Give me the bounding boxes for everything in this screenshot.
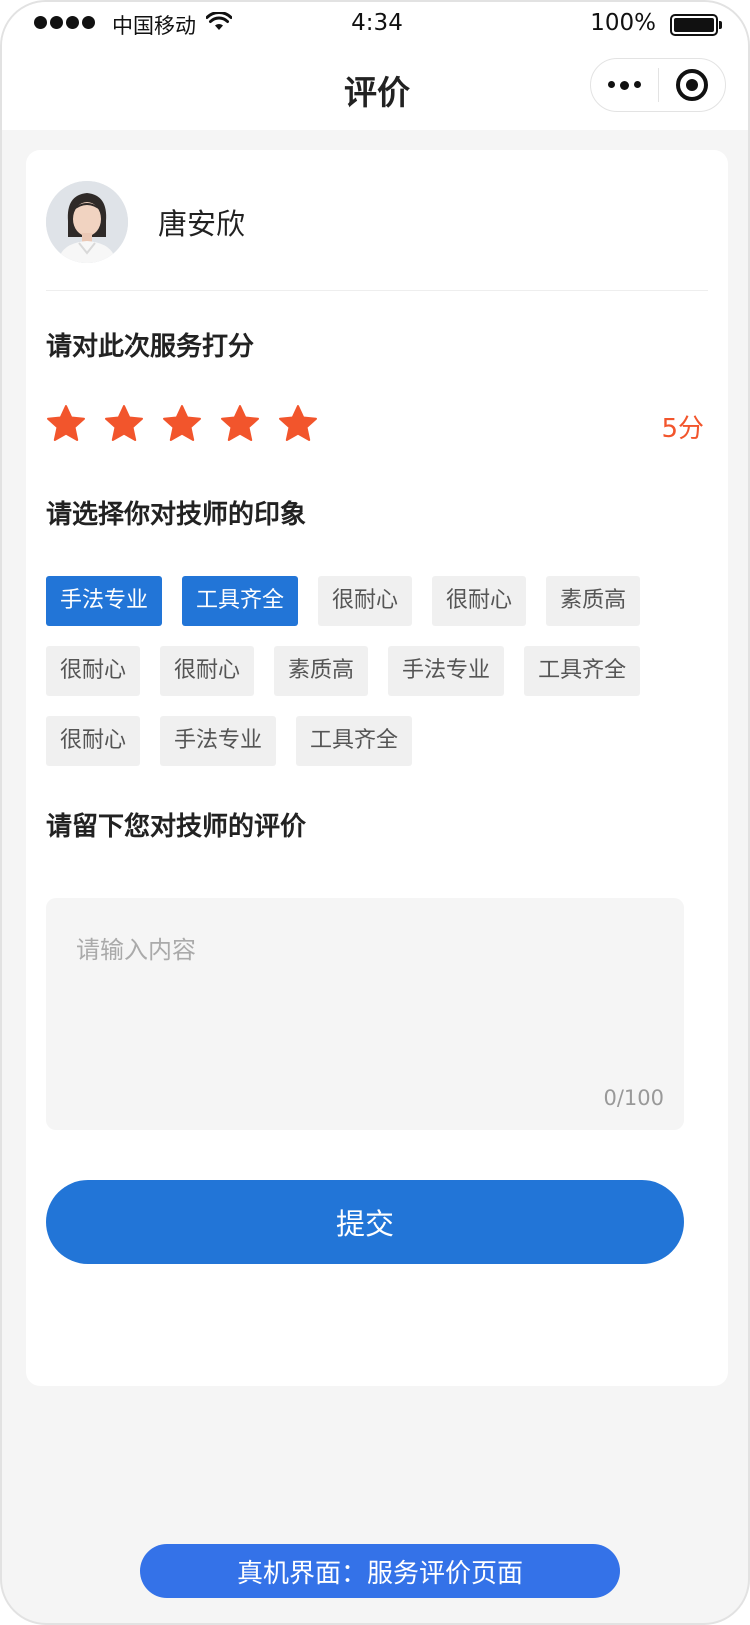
rating-title: 请对此次服务打分 [46,332,255,362]
target-icon [675,69,708,101]
star-rating [46,404,318,448]
close-mini-program-button[interactable] [659,69,725,101]
tag-row: 很耐心 手法专业 工具齐全 [46,716,686,766]
mini-program-capsule [590,58,726,112]
comment-title: 请留下您对技师的评价 [46,812,307,842]
impression-title: 请选择你对技师的印象 [46,500,307,530]
impression-tag[interactable]: 工具齐全 [296,716,413,766]
impression-tag[interactable]: 手法专业 [46,576,163,626]
impression-tag[interactable]: 很耐心 [432,576,527,626]
caption-badge: 真机界面：服务评价页面 [140,1544,620,1598]
char-counter: 0/100 [603,1086,664,1110]
comment-input[interactable] [76,930,646,1070]
battery-percent: 100% [590,10,656,36]
star-icon[interactable] [162,404,202,448]
star-icon[interactable] [278,404,318,448]
avatar [46,181,128,263]
impression-tag[interactable]: 很耐心 [46,646,141,696]
battery-icon [670,14,722,36]
tag-row: 很耐心 很耐心 素质高 手法专业 工具齐全 [46,646,686,696]
score-label: 5分 [661,414,704,444]
impression-tag[interactable]: 很耐心 [46,716,141,766]
impression-tag[interactable]: 很耐心 [160,646,255,696]
top-bar: 中国移动 4:34 100% 评价 [2,2,748,130]
more-menu-button[interactable] [591,80,658,90]
phone-frame: 中国移动 4:34 100% 评价 唐安欣 请对此次服务打分 5分 请选择你对技… [0,0,750,1625]
status-bar: 中国移动 4:34 100% [2,2,748,48]
divider [46,290,708,291]
comment-box: 0/100 [46,898,684,1130]
technician-profile: 唐安欣 [46,180,708,264]
impression-tag[interactable]: 素质高 [546,576,641,626]
technician-name: 唐安欣 [158,207,246,241]
impression-tags: 手法专业 工具齐全 很耐心 很耐心 素质高 很耐心 很耐心 素质高 手法专业 工具齐全 很耐心 手法专… [46,576,686,786]
tag-row: 手法专业 工具齐全 很耐心 很耐心 素质高 [46,576,686,626]
impression-tag[interactable]: 手法专业 [160,716,277,766]
review-card: 唐安欣 请对此次服务打分 5分 请选择你对技师的印象 手法专业 工具齐全 很耐心 很耐… [26,150,728,1386]
impression-tag[interactable]: 很耐心 [318,576,413,626]
impression-tag[interactable]: 素质高 [274,646,369,696]
star-icon[interactable] [220,404,260,448]
impression-tag[interactable]: 工具齐全 [182,576,299,626]
impression-tag[interactable]: 工具齐全 [524,646,641,696]
star-icon[interactable] [104,404,144,448]
star-icon[interactable] [46,404,86,448]
submit-button[interactable]: 提交 [46,1180,684,1264]
impression-tag[interactable]: 手法专业 [388,646,505,696]
